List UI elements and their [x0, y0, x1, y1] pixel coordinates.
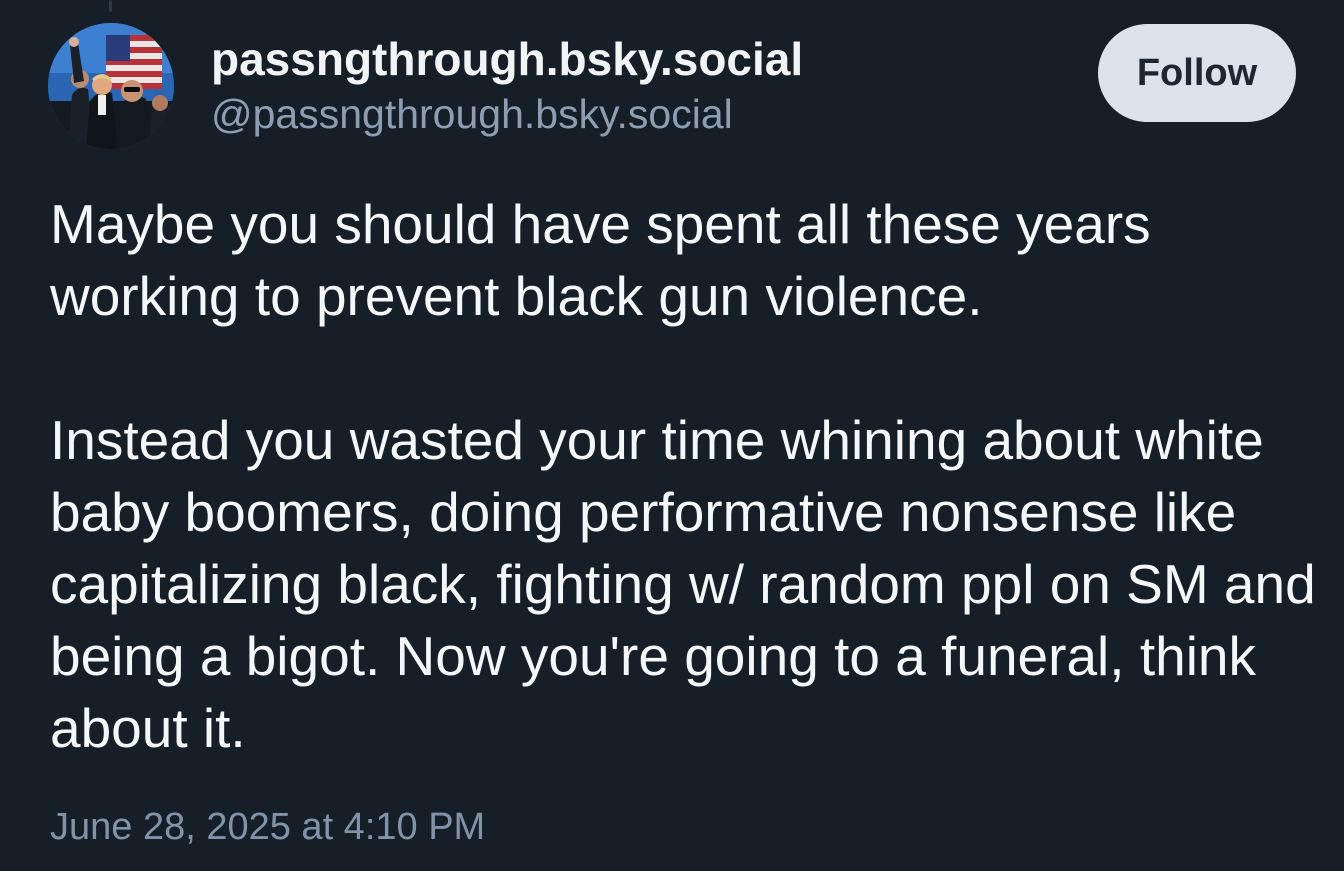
post-text: Maybe you should have spent all these ye…: [50, 188, 1330, 764]
author-handle[interactable]: @passngthrough.bsky.social: [211, 88, 803, 140]
thread-connector-line: [109, 0, 112, 12]
follow-button[interactable]: Follow: [1098, 24, 1296, 122]
post-paragraph: Instead you wasted your time whining abo…: [50, 409, 1316, 759]
avatar-image: [48, 23, 174, 149]
post-timestamp[interactable]: June 28, 2025 at 4:10 PM: [50, 801, 485, 853]
author-info: passngthrough.bsky.social @passngthrough…: [211, 30, 803, 140]
post-paragraph: Maybe you should have spent all these ye…: [50, 193, 1151, 327]
author-display-name[interactable]: passngthrough.bsky.social: [211, 30, 803, 88]
avatar[interactable]: [48, 23, 174, 149]
